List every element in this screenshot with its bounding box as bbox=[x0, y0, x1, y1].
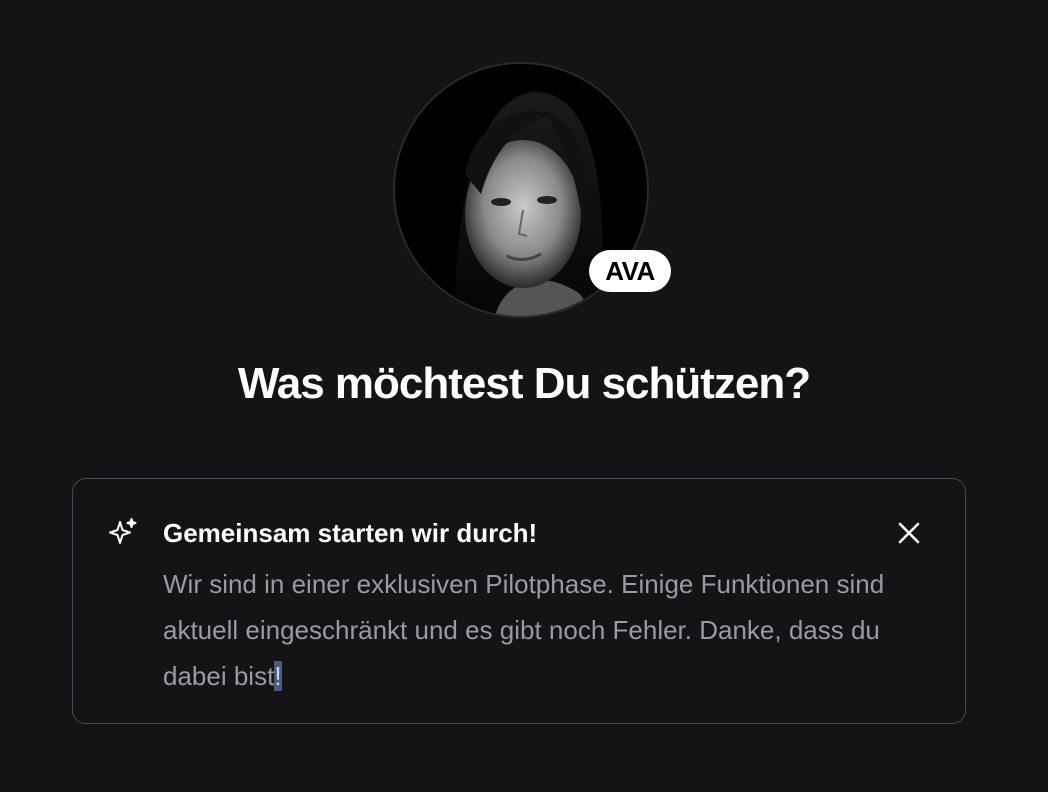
avatar-name-badge: AVA bbox=[589, 250, 671, 292]
page-title: Was möchtest Du schützen? bbox=[237, 359, 811, 408]
notice-body: Wir sind in einer exklusiven Pilotphase.… bbox=[163, 561, 933, 699]
assistant-avatar: AVA bbox=[393, 62, 671, 318]
close-icon[interactable] bbox=[895, 519, 923, 547]
notice-body-text: Wir sind in einer exklusiven Pilotphase.… bbox=[163, 569, 885, 691]
selected-character: ! bbox=[274, 661, 282, 691]
sparkles-icon bbox=[107, 517, 139, 549]
pilot-notice-card: Gemeinsam starten wir durch! Wir sind in… bbox=[72, 478, 966, 724]
page: AVA Was möchtest Du schützen? Gemeinsam … bbox=[0, 0, 1048, 792]
notice-title: Gemeinsam starten wir durch! bbox=[163, 518, 538, 548]
